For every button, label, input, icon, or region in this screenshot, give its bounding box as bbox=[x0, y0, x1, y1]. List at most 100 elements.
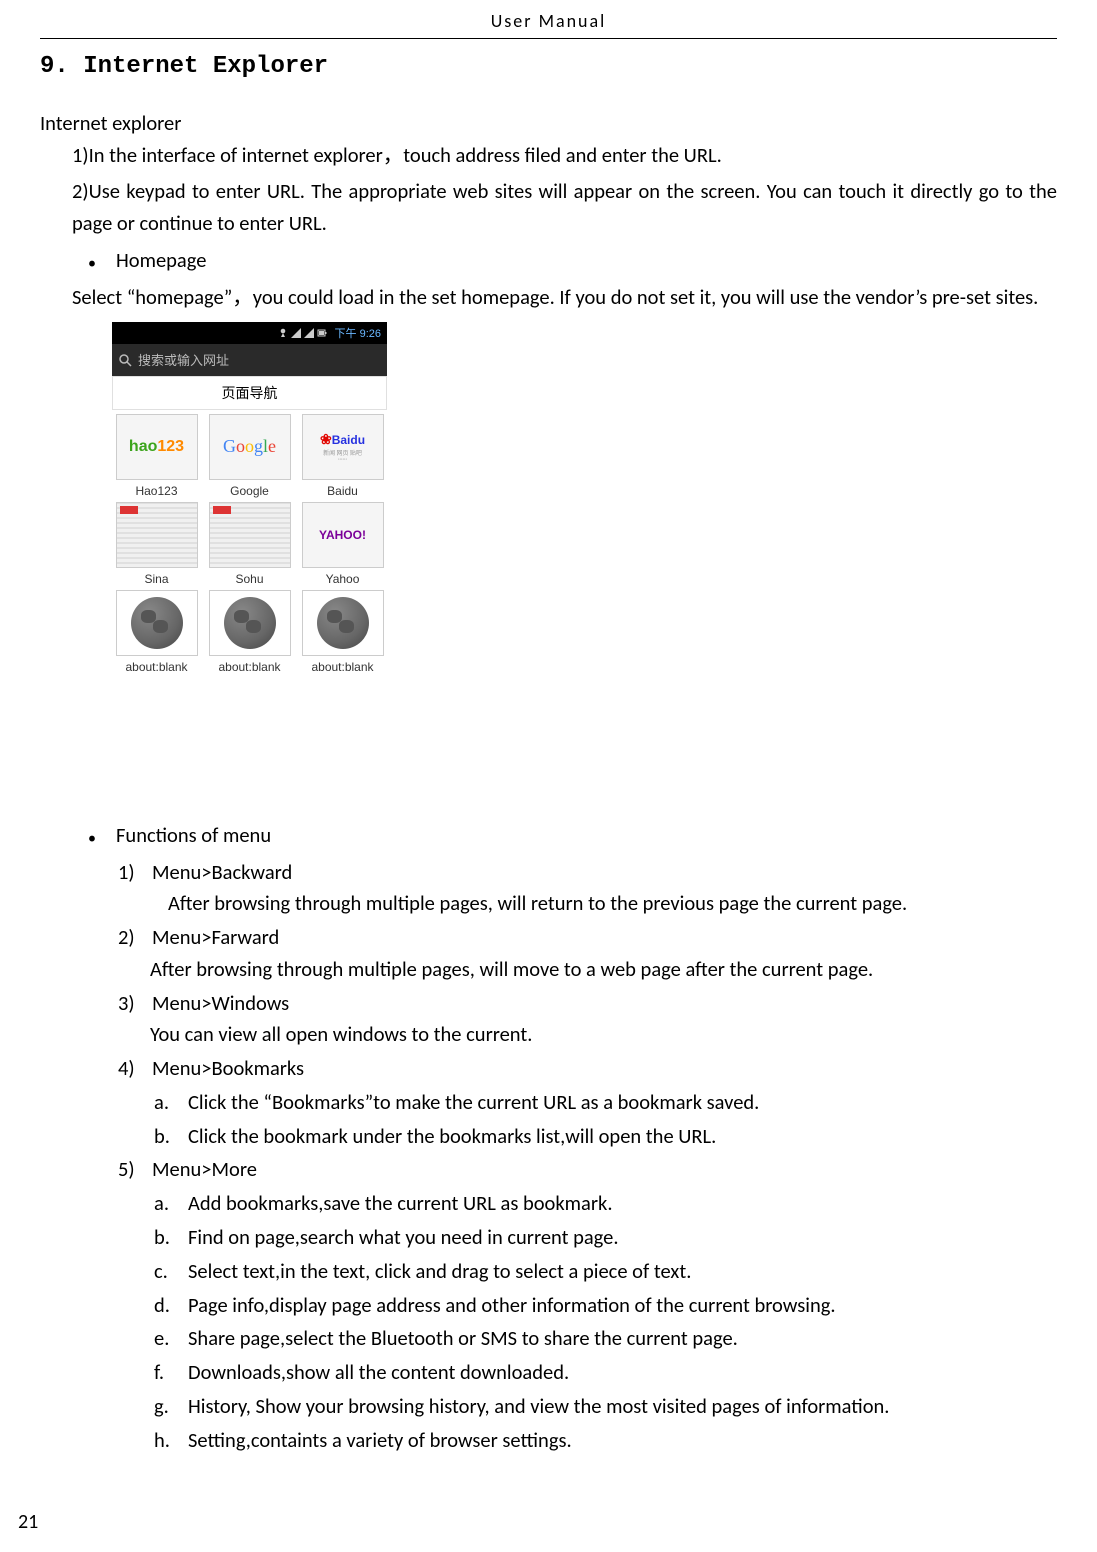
thumb-baidu[interactable]: ❀Baidu 新闻 网页 贴吧······ Baidu bbox=[298, 414, 387, 498]
globe-icon bbox=[116, 590, 198, 656]
thumb-label: Google bbox=[205, 484, 294, 498]
menu-item: 5)Menu>More bbox=[118, 1154, 1057, 1186]
thumb-label: Sohu bbox=[205, 572, 294, 586]
menu-item-title: Menu>Bookmarks bbox=[152, 1053, 304, 1085]
bullet-dot-icon bbox=[88, 245, 116, 278]
thumb-label: Hao123 bbox=[112, 484, 201, 498]
thumb-label: about:blank bbox=[112, 660, 201, 674]
homepage-description: Select “homepage”，you could load in the … bbox=[72, 282, 1057, 314]
status-icons bbox=[278, 328, 327, 338]
menu-sub-letter: f. bbox=[154, 1357, 188, 1389]
thumb-sohu[interactable]: Sohu bbox=[205, 502, 294, 586]
menu-list: 1)Menu>BackwardAfter browsing through mu… bbox=[40, 857, 1057, 1457]
menu-sub-item: c.Select text,in the text, click and dra… bbox=[154, 1256, 1057, 1288]
menu-sub-text: Find on page,search what you need in cur… bbox=[188, 1222, 619, 1254]
menu-sub-item: b.Find on page,search what you need in c… bbox=[154, 1222, 1057, 1254]
menu-sub-item: a.Click the “Bookmarks”to make the curre… bbox=[154, 1087, 1057, 1119]
menu-sub-item: e.Share page,select the Bluetooth or SMS… bbox=[154, 1323, 1057, 1355]
status-bar: 下午 9:26 bbox=[112, 322, 387, 344]
battery-icon bbox=[317, 328, 327, 338]
bullet-dot-icon bbox=[88, 820, 116, 853]
menu-item-title: Menu>Backward bbox=[152, 857, 292, 889]
header-rule bbox=[40, 38, 1057, 39]
address-placeholder: 搜索或输入网址 bbox=[138, 350, 229, 369]
thumb-sina-image bbox=[116, 502, 198, 568]
thumb-sina[interactable]: Sina bbox=[112, 502, 201, 586]
address-bar[interactable]: 搜索或输入网址 bbox=[112, 344, 387, 376]
menu-sub-text: Downloads,show all the content downloade… bbox=[188, 1357, 569, 1389]
bullet-homepage: Homepage bbox=[88, 245, 1057, 278]
menu-sub-letter: h. bbox=[154, 1425, 188, 1457]
menu-item-title: Menu>Farward bbox=[152, 922, 279, 954]
menu-item-number: 5) bbox=[118, 1154, 152, 1186]
menu-sub-item: g.History, Show your browsing history, a… bbox=[154, 1391, 1057, 1423]
spacer bbox=[40, 674, 1057, 814]
menu-item-description: You can view all open windows to the cur… bbox=[150, 1019, 1057, 1051]
menu-sub-letter: g. bbox=[154, 1391, 188, 1423]
thumb-google[interactable]: Google Google bbox=[205, 414, 294, 498]
thumb-label: about:blank bbox=[205, 660, 294, 674]
menu-sub-letter: d. bbox=[154, 1290, 188, 1322]
menu-sub-letter: b. bbox=[154, 1121, 188, 1153]
menu-item-description: After browsing through multiple pages, w… bbox=[168, 888, 1057, 920]
menu-sub-text: Click the “Bookmarks”to make the current… bbox=[188, 1087, 759, 1119]
menu-sub-text: Click the bookmark under the bookmarks l… bbox=[188, 1121, 716, 1153]
menu-item-description: After browsing through multiple pages, w… bbox=[150, 954, 1057, 986]
thumb-hao123-image: hao123 bbox=[116, 414, 198, 480]
phone-screenshot: 下午 9:26 搜索或输入网址 页面导航 hao123 Hao123 Googl… bbox=[112, 322, 387, 674]
thumb-blank-3[interactable]: about:blank bbox=[298, 590, 387, 674]
page-number: 21 bbox=[18, 1510, 38, 1534]
menu-sub-letter: b. bbox=[154, 1222, 188, 1254]
menu-sub-letter: c. bbox=[154, 1256, 188, 1288]
menu-item: 2)Menu>Farward bbox=[118, 922, 1057, 954]
paragraph-2: 2)Use keypad to enter URL. The appropria… bbox=[72, 176, 1057, 240]
menu-sub-text: Share page,select the Bluetooth or SMS t… bbox=[188, 1323, 738, 1355]
bullet-homepage-label: Homepage bbox=[116, 245, 206, 277]
bullet-functions: Functions of menu bbox=[88, 820, 1057, 853]
thumb-yahoo[interactable]: YAHOO! Yahoo bbox=[298, 502, 387, 586]
location-icon bbox=[278, 328, 288, 338]
thumb-sohu-image bbox=[209, 502, 291, 568]
thumb-label: Sina bbox=[112, 572, 201, 586]
menu-sub-text: Add bookmarks,save the current URL as bo… bbox=[188, 1188, 613, 1220]
menu-sub-text: Page info,display page address and other… bbox=[188, 1290, 836, 1322]
globe-icon bbox=[302, 590, 384, 656]
search-icon bbox=[118, 353, 132, 367]
menu-sub-letter: a. bbox=[154, 1188, 188, 1220]
thumb-hao123[interactable]: hao123 Hao123 bbox=[112, 414, 201, 498]
section-heading: 9. Internet Explorer bbox=[40, 53, 1057, 80]
menu-sub-item: b.Click the bookmark under the bookmarks… bbox=[154, 1121, 1057, 1153]
signal-icon bbox=[304, 328, 314, 338]
menu-sub-text: Select text,in the text, click and drag … bbox=[188, 1256, 691, 1288]
nav-title: 页面导航 bbox=[112, 376, 387, 410]
page: User Manual 9. Internet Explorer Interne… bbox=[0, 0, 1097, 1552]
thumb-blank-1[interactable]: about:blank bbox=[112, 590, 201, 674]
menu-sub-item: f.Downloads,show all the content downloa… bbox=[154, 1357, 1057, 1389]
menu-sub-text: Setting,containts a variety of browser s… bbox=[188, 1425, 572, 1457]
thumb-label: Baidu bbox=[298, 484, 387, 498]
menu-sub-letter: a. bbox=[154, 1087, 188, 1119]
menu-item-number: 2) bbox=[118, 922, 152, 954]
menu-sub-item: a.Add bookmarks,save the current URL as … bbox=[154, 1188, 1057, 1220]
thumb-blank-2[interactable]: about:blank bbox=[205, 590, 294, 674]
thumbnail-grid: hao123 Hao123 Google Google ❀Baidu 新闻 网页… bbox=[112, 414, 387, 674]
intro-line: Internet explorer bbox=[40, 110, 1057, 136]
menu-item: 3)Menu>Windows bbox=[118, 988, 1057, 1020]
menu-sub-item: h.Setting,containts a variety of browser… bbox=[154, 1425, 1057, 1457]
paragraph-1: 1)In the interface of internet explorer，… bbox=[72, 140, 1057, 172]
menu-sub-letter: e. bbox=[154, 1323, 188, 1355]
thumb-label: Yahoo bbox=[298, 572, 387, 586]
signal-icon bbox=[291, 328, 301, 338]
menu-item-number: 4) bbox=[118, 1053, 152, 1085]
menu-item-number: 1) bbox=[118, 857, 152, 889]
menu-item: 1)Menu>Backward bbox=[118, 857, 1057, 889]
bullet-functions-label: Functions of menu bbox=[116, 820, 271, 852]
status-time: 下午 9:26 bbox=[335, 325, 381, 341]
menu-item-title: Menu>More bbox=[152, 1154, 257, 1186]
thumb-yahoo-image: YAHOO! bbox=[302, 502, 384, 568]
page-header: User Manual bbox=[40, 10, 1057, 32]
thumb-google-image: Google bbox=[209, 414, 291, 480]
thumb-baidu-image: ❀Baidu 新闻 网页 贴吧······ bbox=[302, 414, 384, 480]
menu-item-title: Menu>Windows bbox=[152, 988, 289, 1020]
menu-item: 4)Menu>Bookmarks bbox=[118, 1053, 1057, 1085]
